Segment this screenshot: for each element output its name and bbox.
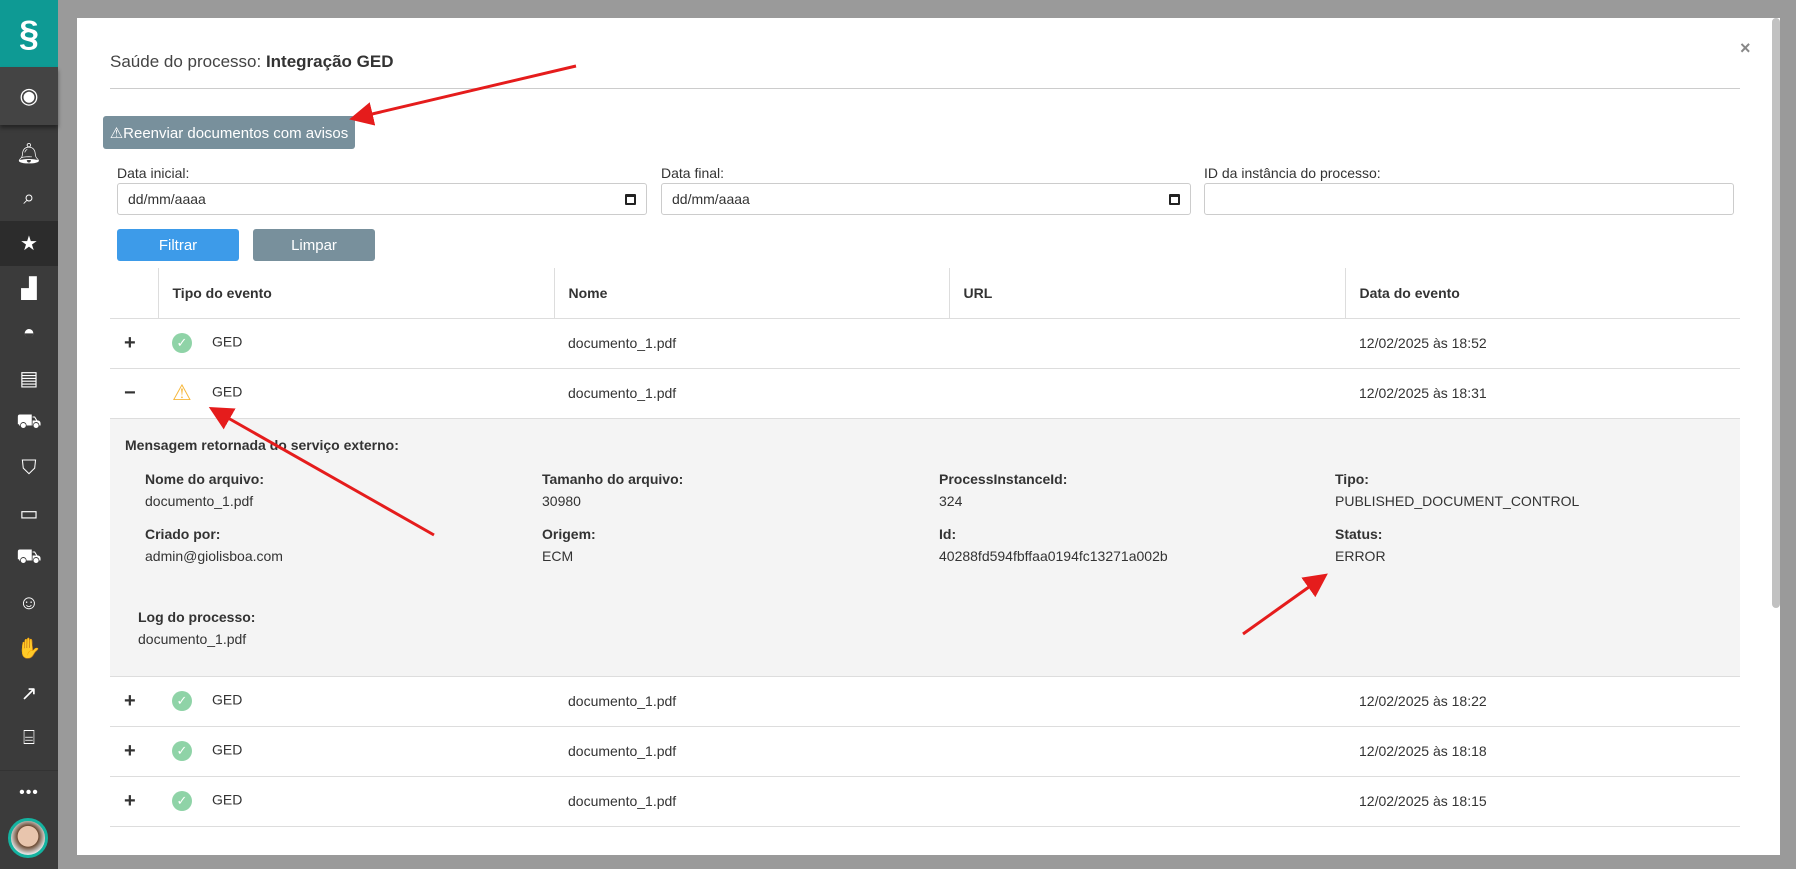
- table-row[interactable]: − ⚠ GED documento_1.pdf 12/02/2025 às 18:…: [110, 368, 1740, 419]
- field-status: Status: ERROR: [1335, 525, 1386, 564]
- detail-title: Mensagem retornada do serviço externo:: [125, 436, 399, 453]
- column-url: URL: [948, 268, 1345, 319]
- briefcase-icon[interactable]: ⌸: [0, 716, 58, 761]
- user-circle-icon[interactable]: ◉: [0, 67, 58, 125]
- start-date-label: Data inicial:: [117, 165, 190, 181]
- modal-title: Saúde do processo: Integração GED: [110, 52, 394, 72]
- calendar-icon[interactable]: [625, 193, 636, 205]
- field-file-name: Nome do arquivo: documento_1.pdf: [145, 470, 265, 509]
- search-icon[interactable]: ⌕: [0, 176, 58, 221]
- success-check-icon: ✓: [172, 791, 192, 811]
- divider: [110, 88, 1740, 89]
- success-check-icon: ✓: [172, 741, 192, 761]
- event-type: GED: [212, 791, 243, 808]
- logo-icon[interactable]: §: [0, 0, 58, 67]
- close-icon[interactable]: ×: [1740, 38, 1751, 59]
- name-cell: documento_1.pdf: [554, 368, 949, 419]
- end-date-input[interactable]: dd/mm/aaaa: [661, 183, 1191, 215]
- table-header: Tipo do evento Nome URL Data do evento: [110, 268, 1740, 319]
- calendar-icon[interactable]: [1169, 193, 1180, 205]
- table-row[interactable]: + ✓ GED documento_1.pdf 12/02/2025 às 18:…: [110, 318, 1740, 369]
- date-cell: 12/02/2025 às 18:15: [1345, 776, 1740, 827]
- handshake-icon[interactable]: ✋: [0, 626, 58, 671]
- name-cell: documento_1.pdf: [554, 776, 949, 827]
- sidebar: § ◉ 🔔︎ ⌕ ★ ▟ ◓ ▤ ⛟ ⛉ ▭ ⛟ ☺ ✋ ↗ ⌸ •••: [0, 0, 58, 869]
- table-row[interactable]: + ✓ GED documento_1.pdf 12/02/2025 às 18:…: [110, 676, 1740, 727]
- event-type: GED: [212, 741, 243, 758]
- date-cell: 12/02/2025 às 18:52: [1345, 318, 1740, 369]
- column-event-type: Tipo do evento: [157, 268, 554, 319]
- event-type-cell: ✓ GED: [158, 726, 554, 777]
- field-file-size: Tamanho do arquivo: 30980: [542, 470, 684, 509]
- name-cell: documento_1.pdf: [554, 726, 949, 777]
- avatar[interactable]: [8, 818, 48, 858]
- event-type-cell: ✓ GED: [158, 676, 554, 727]
- more-button[interactable]: •••: [0, 770, 58, 815]
- event-type: GED: [212, 383, 243, 400]
- scrollbar[interactable]: [1772, 18, 1780, 608]
- url-cell: [949, 318, 1345, 369]
- url-cell: [949, 368, 1345, 419]
- expand-toggle[interactable]: +: [110, 776, 158, 827]
- event-type-cell: ✓ GED: [158, 776, 554, 827]
- url-cell: [949, 726, 1345, 777]
- url-cell: [949, 676, 1345, 727]
- end-date-placeholder: dd/mm/aaaa: [672, 191, 750, 207]
- collapse-toggle[interactable]: −: [110, 368, 158, 419]
- detail-panel: Mensagem retornada do serviço externo: N…: [110, 418, 1740, 677]
- date-cell: 12/02/2025 às 18:31: [1345, 368, 1740, 419]
- clear-button[interactable]: Limpar: [253, 229, 375, 261]
- date-cell: 12/02/2025 às 18:18: [1345, 726, 1740, 777]
- title-prefix: Saúde do processo:: [110, 52, 262, 71]
- field-process-log: Log do processo: documento_1.pdf: [138, 608, 256, 647]
- start-date-placeholder: dd/mm/aaaa: [128, 191, 206, 207]
- bell-icon[interactable]: 🔔︎: [0, 131, 58, 176]
- column-name: Nome: [553, 268, 949, 319]
- field-id: Id: 40288fd594fbffaa0194fc13271a002b: [939, 525, 1168, 564]
- url-cell: [949, 776, 1345, 827]
- end-date-label: Data final:: [661, 165, 725, 181]
- warning-icon: ⚠: [172, 380, 192, 405]
- date-cell: 12/02/2025 às 18:22: [1345, 676, 1740, 727]
- column-event-date: Data do evento: [1344, 268, 1740, 319]
- filter-button[interactable]: Filtrar: [117, 229, 239, 261]
- shield-icon[interactable]: ⛉: [0, 446, 58, 491]
- archive-icon[interactable]: ▭: [0, 491, 58, 536]
- event-type-cell: ⚠ GED: [158, 368, 554, 419]
- event-type-cell: ✓ GED: [158, 318, 554, 369]
- field-type: Tipo: PUBLISHED_DOCUMENT_CONTROL: [1335, 470, 1580, 509]
- expand-toggle[interactable]: +: [110, 318, 158, 369]
- table-row[interactable]: + ✓ GED documento_1.pdf 12/02/2025 às 18:…: [110, 776, 1740, 827]
- document-icon[interactable]: ▤: [0, 356, 58, 401]
- tractor-icon[interactable]: ⛟: [0, 401, 58, 446]
- field-created-by: Criado por: admin@giolisboa.com: [145, 525, 283, 564]
- helmet-icon[interactable]: ◓: [0, 311, 58, 356]
- instance-id-input[interactable]: [1204, 183, 1734, 215]
- expand-toggle[interactable]: +: [110, 676, 158, 727]
- name-cell: documento_1.pdf: [554, 318, 949, 369]
- event-type: GED: [212, 691, 243, 708]
- start-date-input[interactable]: dd/mm/aaaa: [117, 183, 647, 215]
- team-icon[interactable]: ☺: [0, 581, 58, 626]
- resend-warnings-button[interactable]: ⚠Reenviar documentos com avisos: [103, 116, 355, 149]
- row-detail: Mensagem retornada do serviço externo: N…: [110, 418, 1740, 677]
- instance-id-label: ID da instância do processo:: [1204, 165, 1381, 181]
- field-origin: Origem: ECM: [542, 525, 596, 564]
- success-check-icon: ✓: [172, 691, 192, 711]
- trucks-icon[interactable]: ⛟: [0, 536, 58, 581]
- name-cell: documento_1.pdf: [554, 676, 949, 727]
- field-process-instance-id: ProcessInstanceId: 324: [939, 470, 1068, 509]
- chart-icon[interactable]: ▟: [0, 266, 58, 311]
- trend-up-icon[interactable]: ↗: [0, 671, 58, 716]
- success-check-icon: ✓: [172, 333, 192, 353]
- title-name: Integração GED: [265, 52, 394, 71]
- events-table: Tipo do evento Nome URL Data do evento +…: [110, 268, 1740, 827]
- expand-toggle[interactable]: +: [110, 726, 158, 777]
- event-type: GED: [212, 333, 243, 350]
- star-icon[interactable]: ★: [0, 221, 58, 266]
- expand-column: [110, 268, 158, 319]
- table-row[interactable]: + ✓ GED documento_1.pdf 12/02/2025 às 18:…: [110, 726, 1740, 777]
